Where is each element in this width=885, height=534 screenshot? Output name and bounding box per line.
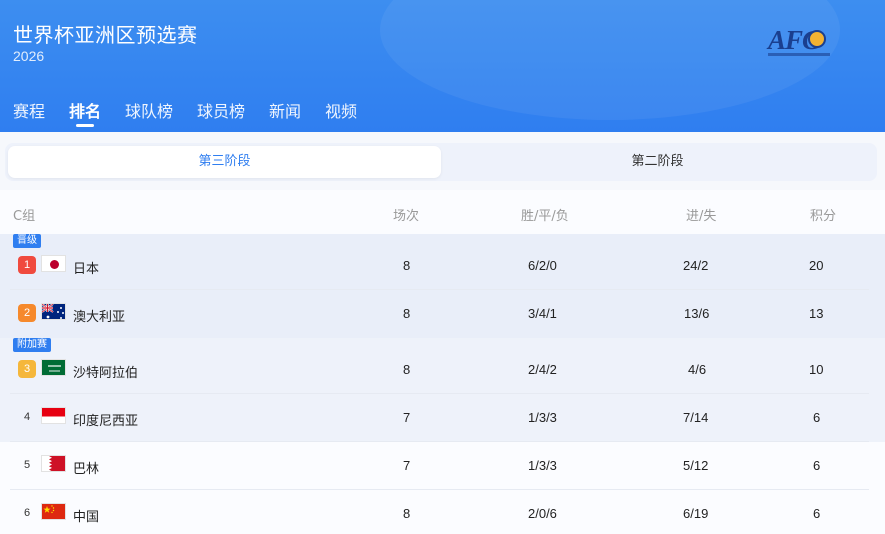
team-name: 印度尼西亚 [73, 414, 139, 429]
group-label: C组 [13, 209, 36, 224]
points-value: 20 [809, 258, 824, 273]
stage-two-button[interactable]: 第二阶段 [441, 146, 874, 178]
table-row[interactable]: 3 沙特阿拉伯 8 2/4/2 4/6 10 [0, 346, 885, 394]
season-year: 2026 [13, 48, 45, 64]
points-value: 10 [809, 362, 824, 377]
wdl-value: 6/2/0 [528, 258, 557, 273]
points-value: 6 [813, 458, 821, 473]
page-title: 世界杯亚洲区预选赛 [13, 23, 198, 47]
tab-player-rank[interactable]: 球员榜 [197, 98, 245, 122]
afc-ball-icon [808, 30, 826, 48]
table-row[interactable]: 2 澳大利亚 8 3/4/1 13/6 13 [0, 290, 885, 338]
afc-logo-subline [768, 53, 830, 56]
team-name: 沙特阿拉伯 [73, 366, 139, 381]
tab-team-rank[interactable]: 球队榜 [125, 98, 173, 122]
played-value: 8 [403, 362, 411, 377]
goals-value: 24/2 [683, 258, 709, 273]
points-value: 13 [809, 306, 824, 321]
stage-selector: 第三阶段 第二阶段 [5, 143, 877, 181]
team-name: 日本 [73, 262, 100, 277]
stage-three-button[interactable]: 第三阶段 [8, 146, 441, 178]
wdl-value: 2/4/2 [528, 362, 557, 377]
table-row[interactable]: 4 印度尼西亚 7 1/3/3 7/14 6 [0, 394, 885, 442]
goals-value: 7/14 [683, 410, 709, 425]
played-value: 8 [403, 258, 411, 273]
table-row[interactable]: 6 中国 8 2/0/6 6/19 6 [0, 490, 885, 534]
rank-badge: 6 [23, 507, 31, 519]
team-name: 中国 [73, 510, 100, 525]
active-tab-indicator [76, 124, 94, 127]
col-goals: 进/失 [686, 209, 717, 224]
points-value: 6 [813, 410, 821, 425]
table-row[interactable]: 5 巴林 7 1/3/3 5/12 6 [0, 442, 885, 490]
rank-badge: 2 [18, 304, 36, 322]
rank-badge: 4 [23, 411, 31, 423]
team-name: 澳大利亚 [73, 310, 126, 325]
rank-badge: 5 [23, 459, 31, 471]
bahrain-flag-icon [41, 455, 66, 472]
col-played: 场次 [393, 209, 420, 224]
rank-badge: 3 [18, 360, 36, 378]
tab-news[interactable]: 新闻 [269, 98, 301, 122]
goals-value: 6/19 [683, 506, 709, 521]
goals-value: 4/6 [688, 362, 707, 377]
goals-value: 5/12 [683, 458, 709, 473]
saudi-arabia-flag-icon [41, 359, 66, 376]
tab-video[interactable]: 视频 [325, 98, 357, 122]
australia-flag-icon [41, 303, 66, 320]
goals-value: 13/6 [684, 306, 710, 321]
wdl-value: 2/0/6 [528, 506, 557, 521]
nav-tabs: 赛程 排名 球队榜 球员榜 新闻 视频 [0, 88, 885, 132]
wdl-value: 3/4/1 [528, 306, 557, 321]
table-header: C组 场次 胜/平/负 进/失 积分 [0, 190, 885, 234]
played-value: 7 [403, 410, 411, 425]
standings-table: C组 场次 胜/平/负 进/失 积分 晋级 附加赛 1 日本 8 6/2/0 2… [0, 190, 885, 534]
played-value: 7 [403, 458, 411, 473]
page-header: 世界杯亚洲区预选赛 2026 AFC 赛程 排名 球队榜 球员榜 新闻 视频 [0, 0, 885, 132]
col-points: 积分 [810, 209, 837, 224]
played-value: 8 [403, 306, 411, 321]
japan-flag-icon [41, 255, 66, 272]
wdl-value: 1/3/3 [528, 458, 557, 473]
played-value: 8 [403, 506, 411, 521]
points-value: 6 [813, 506, 821, 521]
wdl-value: 1/3/3 [528, 410, 557, 425]
tab-standings[interactable]: 排名 [69, 98, 101, 122]
china-flag-icon [41, 503, 66, 520]
col-wdl: 胜/平/负 [521, 209, 569, 224]
rank-badge: 1 [18, 256, 36, 274]
indonesia-flag-icon [41, 407, 66, 424]
table-row[interactable]: 1 日本 8 6/2/0 24/2 20 [0, 242, 885, 290]
tab-schedule[interactable]: 赛程 [13, 98, 45, 122]
team-name: 巴林 [73, 462, 100, 477]
